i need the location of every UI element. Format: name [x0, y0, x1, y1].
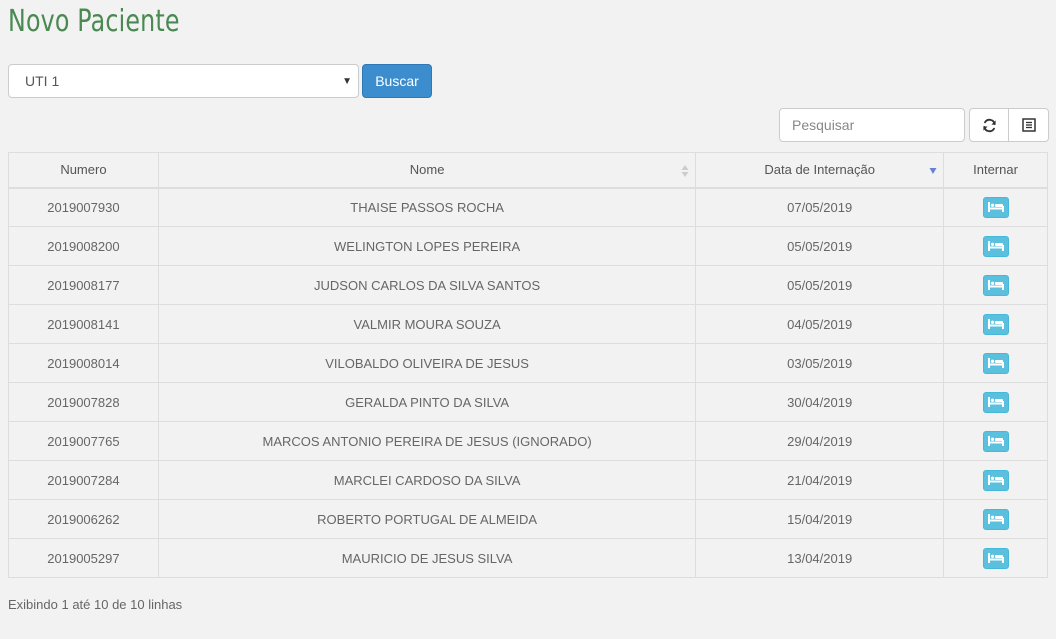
table-row: 2019008141 VALMIR MOURA SOUZA 04/05/2019 [8, 304, 1048, 344]
cell-numero: 2019008014 [8, 343, 159, 383]
pagination-info: Exibindo 1 até 10 de 10 linhas [8, 597, 183, 612]
cell-data: 30/04/2019 [695, 382, 945, 422]
table-row: 2019007930 THAISE PASSOS ROCHA 07/05/2019 [8, 187, 1048, 227]
bed-icon [987, 280, 1004, 290]
cell-numero: 2019007284 [8, 460, 159, 500]
table-toolbar [969, 108, 1049, 142]
cell-nome: MAURICIO DE JESUS SILVA [157, 538, 697, 578]
cell-data: 07/05/2019 [695, 187, 945, 227]
header-nome[interactable]: Nome [157, 152, 697, 189]
admit-button[interactable] [982, 469, 1009, 491]
cell-numero: 2019006262 [8, 499, 159, 539]
cell-internar [943, 343, 1048, 383]
search-button[interactable]: Buscar [362, 64, 432, 98]
admit-button[interactable] [982, 196, 1009, 218]
table-row: 2019005297 MAURICIO DE JESUS SILVA 13/04/2… [8, 538, 1048, 578]
admit-button[interactable] [982, 547, 1009, 569]
cell-nome: WELINGTON LOPES PEREIRA [157, 226, 697, 266]
bed-icon [987, 397, 1004, 407]
page-title: Novo Paciente [8, 4, 180, 39]
sort-desc-icon [929, 168, 937, 174]
cell-data: 29/04/2019 [695, 421, 945, 461]
cell-numero: 2019007765 [8, 421, 159, 461]
cell-data: 15/04/2019 [695, 499, 945, 539]
admit-button[interactable] [982, 508, 1009, 530]
cell-data: 21/04/2019 [695, 460, 945, 500]
cell-internar [943, 460, 1048, 500]
sort-both-icon [681, 165, 689, 177]
bed-icon [987, 319, 1004, 329]
cell-nome: THAISE PASSOS ROCHA [157, 187, 697, 227]
cell-nome: MARCOS ANTONIO PEREIRA DE JESUS (IGNORAD… [157, 421, 697, 461]
header-numero[interactable]: Numero [8, 152, 159, 189]
refresh-icon [982, 118, 996, 132]
cell-numero: 2019007930 [8, 187, 159, 227]
patients-table: Numero Nome Data de Internação Internar … [8, 152, 1048, 578]
cell-internar [943, 187, 1048, 227]
cell-nome: VALMIR MOURA SOUZA [157, 304, 697, 344]
header-nome-label: Nome [409, 162, 445, 178]
admit-button[interactable] [982, 391, 1009, 413]
table-search-input[interactable]: Pesquisar [779, 108, 965, 142]
cell-internar [943, 304, 1048, 344]
cell-internar [943, 421, 1048, 461]
admit-button[interactable] [982, 274, 1009, 296]
cell-data: 03/05/2019 [695, 343, 945, 383]
cell-internar [943, 382, 1048, 422]
bed-icon [987, 514, 1004, 524]
bed-icon [987, 436, 1004, 446]
bed-icon [987, 475, 1004, 485]
cell-data: 05/05/2019 [695, 265, 945, 305]
cell-internar [943, 499, 1048, 539]
table-row: 2019006262 ROBERTO PORTUGAL DE ALMEIDA 15/… [8, 499, 1048, 539]
cell-numero: 2019008200 [8, 226, 159, 266]
header-data[interactable]: Data de Internação [695, 152, 945, 189]
cell-nome: VILOBALDO OLIVEIRA DE JESUS [157, 343, 697, 383]
unit-select[interactable]: UTI 1 ▼ [8, 64, 359, 98]
cell-numero: 2019007828 [8, 382, 159, 422]
cell-numero: 2019008177 [8, 265, 159, 305]
cell-data: 04/05/2019 [695, 304, 945, 344]
admit-button[interactable] [982, 235, 1009, 257]
bed-icon [987, 553, 1004, 563]
cell-nome: JUDSON CARLOS DA SILVA SANTOS [157, 265, 697, 305]
cell-data: 05/05/2019 [695, 226, 945, 266]
table-row: 2019007284 MARCLEI CARDOSO DA SILVA 21/04/… [8, 460, 1048, 500]
admit-button[interactable] [982, 430, 1009, 452]
cell-data: 13/04/2019 [695, 538, 945, 578]
unit-select-value: UTI 1 [25, 73, 60, 89]
cell-internar [943, 265, 1048, 305]
cell-internar [943, 538, 1048, 578]
table-row: 2019007765 MARCOS ANTONIO PEREIRA DE JESU… [8, 421, 1048, 461]
admit-button[interactable] [982, 352, 1009, 374]
header-data-label: Data de Internação [764, 162, 875, 178]
cell-nome: ROBERTO PORTUGAL DE ALMEIDA [157, 499, 697, 539]
bed-icon [987, 202, 1004, 213]
columns-button[interactable] [1009, 108, 1049, 142]
refresh-button[interactable] [969, 108, 1009, 142]
table-row: 2019008014 VILOBALDO OLIVEIRA DE JESUS 03/… [8, 343, 1048, 383]
bed-icon [987, 358, 1004, 368]
header-internar: Internar [943, 152, 1048, 189]
cell-nome: GERALDA PINTO DA SILVA [157, 382, 697, 422]
admit-button[interactable] [982, 313, 1009, 335]
cell-nome: MARCLEI CARDOSO DA SILVA [157, 460, 697, 500]
table-row: 2019008200 WELINGTON LOPES PEREIRA 05/05/2… [8, 226, 1048, 266]
table-row: 2019008177 JUDSON CARLOS DA SILVA SANTOS 0… [8, 265, 1048, 305]
columns-icon [1021, 118, 1036, 132]
table-row: 2019007828 GERALDA PINTO DA SILVA 30/04/20… [8, 382, 1048, 422]
cell-numero: 2019005297 [8, 538, 159, 578]
cell-numero: 2019008141 [8, 304, 159, 344]
chevron-down-icon: ▼ [342, 75, 352, 87]
cell-internar [943, 226, 1048, 266]
bed-icon [987, 241, 1004, 251]
